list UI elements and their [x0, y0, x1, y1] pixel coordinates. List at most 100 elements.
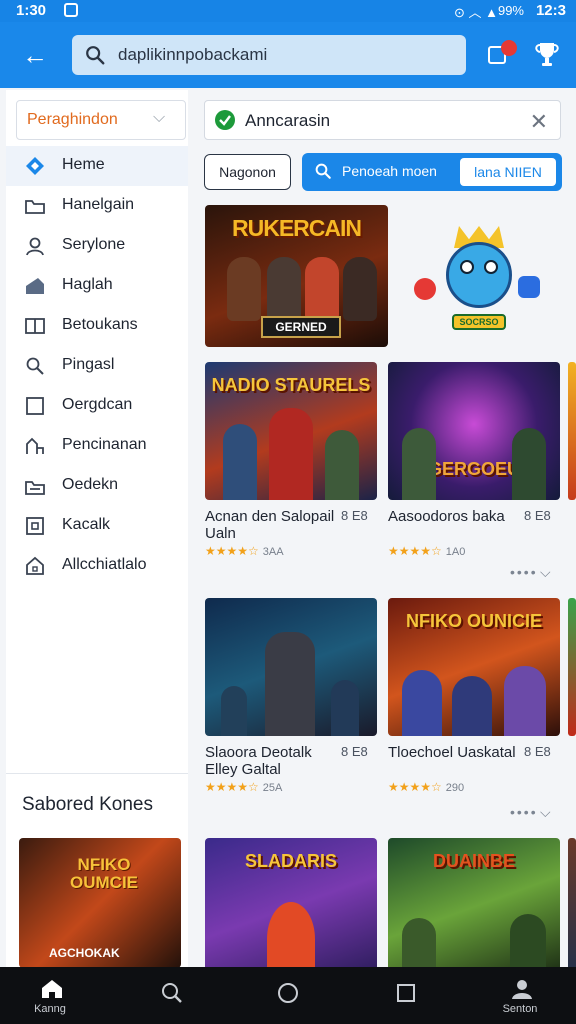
- back-arrow-icon[interactable]: ←: [18, 39, 52, 71]
- trophy-icon[interactable]: [534, 40, 560, 68]
- app-bar: ← daplikinnpobackami: [0, 22, 576, 88]
- character-art: [512, 428, 546, 500]
- more-options-button[interactable]: ••••: [510, 564, 538, 580]
- mascot-part: [414, 278, 436, 300]
- sidebar-item-pencinanan[interactable]: Pencinanan: [6, 426, 188, 466]
- character-art: [305, 257, 339, 321]
- game-thumbnail: NADIO STAURELS: [205, 362, 377, 500]
- partial-card-thumbnail[interactable]: [568, 362, 576, 500]
- sidebar-item-label: Pencinanan: [62, 436, 147, 453]
- sidebar-item-betoukans[interactable]: Betoukans: [6, 306, 188, 346]
- apps-button[interactable]: [486, 40, 517, 68]
- search-query: daplikinnpobackami: [118, 45, 268, 64]
- featured-game-banner[interactable]: RUKERCAIN GERNED: [205, 205, 388, 347]
- nav-search-button[interactable]: [160, 967, 184, 1024]
- sidebar-item-haglah[interactable]: Haglah: [6, 266, 188, 306]
- rating-stars: ★★★★☆ 1A0: [388, 544, 466, 558]
- mascot-eye: [484, 260, 498, 274]
- more-options-button[interactable]: ••••: [510, 804, 538, 820]
- game-size: 8 E8: [524, 508, 551, 523]
- bottom-navigation: Kanng Senton: [0, 967, 576, 1024]
- nav-profile-button[interactable]: Senton: [503, 967, 537, 1024]
- partial-card-thumbnail[interactable]: [568, 598, 576, 736]
- rating-count: 25A: [262, 782, 283, 794]
- game-size: 8 E8: [341, 744, 368, 759]
- character-art: [504, 666, 546, 736]
- nav-label: Kanng: [34, 1003, 66, 1015]
- square-icon: [397, 984, 415, 1002]
- nav-home-circle-button[interactable]: [276, 967, 300, 1024]
- game-title-art: NFIKO OUNICIE: [405, 611, 542, 631]
- sidebar-item-oedekn[interactable]: Oedekn: [6, 466, 188, 506]
- mascot-part: [518, 276, 540, 298]
- chevron-down-icon[interactable]: ⌵: [540, 804, 551, 821]
- sidebar-item-serylone[interactable]: Serylone: [6, 226, 188, 266]
- sidebar: Peraghindon ⌵ Heme Hanelgain Serylone Ha…: [6, 90, 188, 968]
- section-title: Sabored Kones: [22, 794, 153, 815]
- rating-count: 3AA: [262, 546, 284, 558]
- folder-icon: [25, 200, 45, 214]
- nav-home-button[interactable]: Kanng: [34, 967, 66, 1024]
- search-icon: [162, 983, 182, 1003]
- game-title-art: NADIO STAURELS: [211, 375, 371, 395]
- sidebar-item-hanelgain[interactable]: Hanelgain: [6, 186, 188, 226]
- rating-stars: ★★★★☆ 25A: [205, 780, 283, 794]
- game-size: 8 E8: [341, 508, 368, 523]
- rating-stars: ★★★★☆ 3AA: [205, 544, 284, 558]
- character-art: [325, 430, 359, 500]
- main-content: Anncarasin ✕ Nagonon Penoeah moen lana N…: [188, 90, 576, 967]
- game-thumbnail: NFIKO OUNICIE: [388, 598, 560, 736]
- character-art: [343, 257, 377, 321]
- frame-icon: [26, 517, 44, 535]
- sidebar-item-label: Oergdcan: [62, 396, 133, 413]
- character-art: [402, 918, 436, 967]
- mascot-eye: [460, 260, 474, 274]
- game-title-art: DUAINBE: [432, 851, 515, 871]
- close-icon[interactable]: ✕: [530, 109, 548, 135]
- game-thumbnail: DUAINBE: [388, 838, 560, 967]
- sidebar-item-kacalk[interactable]: Kacalk: [6, 506, 188, 546]
- mascot-logo[interactable]: SOCRSO: [408, 220, 558, 340]
- user-icon: [26, 237, 44, 256]
- game-name: Aasoodoros baka: [388, 508, 505, 525]
- sidebar-item-home[interactable]: Heme: [6, 146, 188, 186]
- sidebar-item-label: Haglah: [62, 276, 113, 293]
- sidebar-item-label: Kacalk: [62, 516, 111, 533]
- character-art: [402, 670, 442, 736]
- sidebar-item-oergdcan[interactable]: Oergdcan: [6, 386, 188, 426]
- featured-title: RUKERCAIN: [232, 215, 362, 241]
- search-icon: [26, 357, 44, 375]
- search-chip-button[interactable]: Penoeah moen lana NIIEN: [302, 153, 562, 191]
- game-name: Acnan den Salopail Ualn: [205, 508, 335, 542]
- sidebar-item-label: Serylone: [62, 236, 126, 253]
- square-icon: [26, 397, 44, 415]
- character-art: [223, 424, 257, 500]
- search-chip-label: Penoeah moen: [342, 163, 437, 179]
- rating-count: 1A0: [445, 546, 466, 558]
- featured-plate: GERNED: [261, 316, 341, 338]
- home-diamond-icon: [26, 157, 44, 175]
- sidebar-item-label: Betoukans: [62, 316, 138, 333]
- character-art: [265, 632, 315, 736]
- partial-card-thumbnail[interactable]: [568, 838, 576, 967]
- sidebar-item-pingasl[interactable]: Pingasl: [6, 346, 188, 386]
- game-thumbnail: GERGOEU: [388, 362, 560, 500]
- status-bar: 1:30 ⊙ ︿ ▲ 99% 12:3: [0, 0, 576, 22]
- wifi-signal-icon: ⊙ ︿ ▲: [454, 5, 498, 20]
- character-art: [510, 914, 546, 967]
- sponsored-game-thumbnail[interactable]: NFIKO OUMCIE AGCHOKAK: [19, 838, 181, 968]
- sidebar-item-allcchiatlalo[interactable]: Allcchiatlalo: [6, 546, 188, 586]
- search-input[interactable]: daplikinnpobackami: [72, 35, 466, 75]
- dropdown-label: Peraghindon: [27, 111, 118, 128]
- nav-recents-button[interactable]: [394, 967, 418, 1024]
- sidebar-item-label: Pingasl: [62, 356, 115, 373]
- category-dropdown[interactable]: Peraghindon ⌵: [16, 100, 186, 140]
- chevron-down-icon[interactable]: ⌵: [540, 564, 551, 581]
- character-art: [267, 257, 301, 321]
- nav-label: Senton: [502, 1003, 538, 1015]
- filter-chip[interactable]: Nagonon: [204, 154, 291, 190]
- game-name: Tloechoel Uaskatal: [388, 744, 516, 761]
- character-art: [331, 680, 359, 736]
- filter-input[interactable]: Anncarasin ✕: [204, 100, 561, 140]
- mascot-plate: SOCRSO: [452, 314, 506, 330]
